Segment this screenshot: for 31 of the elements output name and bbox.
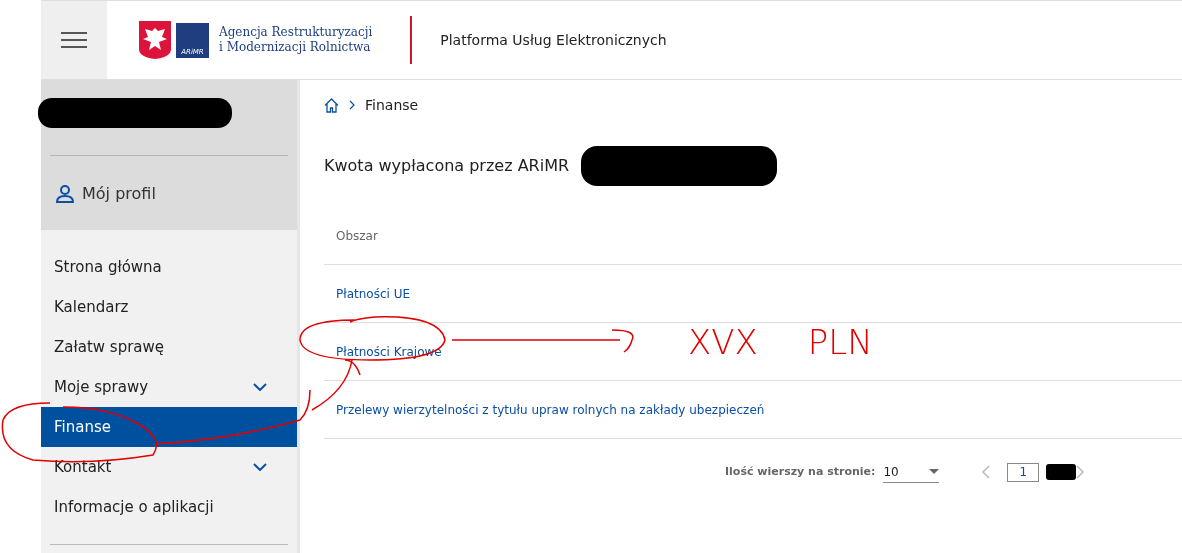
menu-button[interactable] — [41, 1, 107, 79]
chevron-down-icon — [253, 463, 267, 471]
profile-link[interactable]: Mój profil — [50, 182, 288, 206]
column-header: Obszar — [336, 227, 378, 245]
rows-per-page-select[interactable]: 10 — [883, 461, 940, 483]
profile-label: Mój profil — [82, 183, 156, 205]
nav-item[interactable]: Strona główna — [41, 247, 297, 287]
dropdown-arrow-icon — [929, 469, 940, 474]
home-icon[interactable] — [324, 97, 339, 113]
redaction-mark — [1046, 464, 1077, 480]
chevron-down-icon — [253, 383, 267, 391]
handwritten-note: XVX — [688, 325, 758, 359]
logo-text: Agencja Restrukturyzacji — [219, 25, 373, 40]
nav-item[interactable]: Moje sprawy — [41, 367, 297, 407]
nav-item[interactable]: Finanse — [41, 407, 297, 447]
menu-icon — [61, 32, 87, 48]
nav-item[interactable]: Załatw sprawę — [41, 327, 297, 367]
nav-item[interactable]: Kalendarz — [41, 287, 297, 327]
nav-item[interactable]: Informacje o aplikacji — [41, 487, 297, 527]
platform-title: Platforma Usług Elektronicznych — [440, 30, 667, 50]
breadcrumb-item: Finanse — [365, 95, 419, 115]
nav-item[interactable]: Kontakt — [41, 447, 297, 487]
chevron-right-icon — [349, 100, 355, 110]
table-link[interactable]: Płatności UE — [336, 284, 410, 303]
page-number-field[interactable]: 1 — [1007, 462, 1040, 482]
page-heading: Kwota wypłacona przez ARiMR — [324, 155, 570, 177]
rows-per-page-label: Ilość wierszy na stronie: — [725, 463, 876, 480]
logo-text: i Modernizacji Rolnictwa — [219, 40, 372, 55]
handwritten-note: PLN — [807, 325, 873, 359]
table-link[interactable]: Przelewy wierzytelności z tytułu upraw rolnych na zakłady ubezpieczeń — [336, 400, 765, 419]
person-icon — [56, 185, 74, 203]
